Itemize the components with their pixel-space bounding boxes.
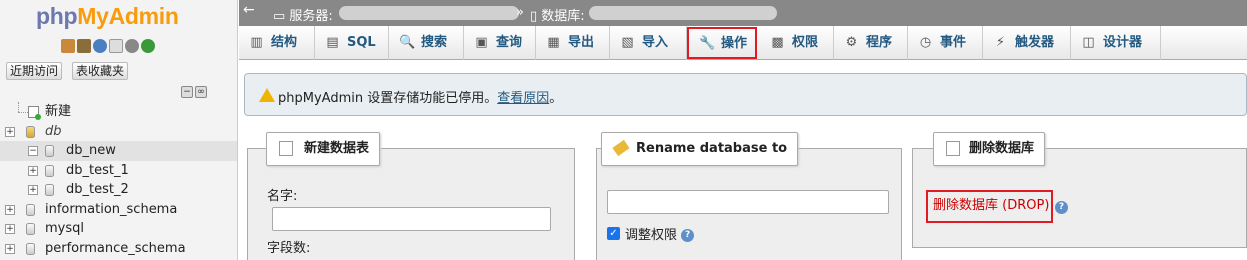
query-icon: ▣ (475, 35, 488, 50)
database-group-icon (26, 125, 35, 138)
database-crumb[interactable]: ▯ 数据库: (530, 5, 585, 24)
search-icon: 🔍 (399, 35, 416, 50)
server-icon: ▭ (273, 9, 290, 24)
server-crumb[interactable]: ▭ 服务器: (273, 5, 333, 24)
collapse-icon[interactable]: − (28, 146, 38, 156)
warning-icon (259, 88, 275, 102)
export-icon: ▦ (547, 35, 560, 50)
events-icon: ◷ (919, 35, 932, 50)
database-tree: 新建 + db − db_new + db_test_1 + db_test_2… (0, 102, 237, 258)
database-icon[interactable] (77, 39, 91, 53)
create-table-legend: 新建数据表 (266, 132, 381, 166)
collapse-all-icon[interactable]: − (181, 86, 193, 98)
expand-icon[interactable]: + (5, 243, 15, 254)
tab-structure[interactable]: ▥ 结构 (239, 26, 315, 60)
tree-item-information_schema[interactable]: + information_schema (0, 200, 237, 220)
tab-designer[interactable]: ◫ 设计器 (1071, 26, 1161, 60)
redacted-database-name (589, 6, 777, 20)
designer-icon: ◫ (1082, 35, 1095, 50)
pencil-icon (612, 139, 630, 157)
tab-export[interactable]: ▦ 导出 (536, 26, 610, 60)
expand-icon[interactable]: + (28, 185, 38, 195)
tab-search[interactable]: 🔍 搜索 (389, 26, 464, 60)
new-icon (28, 106, 41, 120)
drop-database-link[interactable]: 删除数据库 (DROP) (926, 190, 1053, 223)
database-icon: ▯ (530, 9, 542, 24)
create-table-panel: 新建数据表 名字: 字段数: (247, 132, 575, 260)
routines-icon: ⚙ (845, 35, 858, 50)
database-icon (26, 223, 35, 235)
database-tabs: ▥ 结构 ▤ SQL 🔍 搜索 ▣ 查询 ▦ 导出 ▧ 导入 🔧 操作 ▩ 权限 ⚙ 程序 ◷ 事件… (239, 26, 1247, 60)
database-icon (45, 145, 54, 157)
tree-item-db[interactable]: + db (0, 122, 237, 142)
phpmyadmin-logo[interactable]: phpMyAdmin (36, 3, 179, 30)
drop-database-legend: 删除数据库 (933, 132, 1046, 166)
breadcrumb: ← ▭ 服务器: » ▯ 数据库: (239, 0, 1247, 26)
tree-item-performance_schema[interactable]: + performance_schema (0, 239, 237, 259)
tab-sql[interactable]: ▤ SQL (315, 26, 389, 60)
rename-database-legend: Rename database to (601, 132, 799, 166)
adjust-privileges-checkbox[interactable]: ✓ (607, 227, 620, 240)
triggers-icon: ⚡ (995, 35, 1006, 50)
drop-database-icon (946, 141, 960, 156)
database-icon (26, 242, 35, 255)
tree-item-db_test_1[interactable]: + db_test_1 (0, 161, 237, 181)
wrench-icon: 🔧 (699, 36, 716, 51)
tab-query[interactable]: ▣ 查询 (464, 26, 536, 60)
database-icon (26, 203, 35, 216)
quick-links (61, 39, 155, 53)
structure-icon: ▥ (250, 35, 263, 50)
rename-database-panel: Rename database to ✓ 调整权限 ? (596, 132, 902, 260)
database-icon (45, 184, 54, 196)
help-icon[interactable] (93, 39, 107, 53)
sql-icon: ▤ (326, 35, 339, 50)
help-icon[interactable]: ? (681, 229, 695, 242)
settings-icon[interactable] (125, 39, 139, 53)
tab-operations[interactable]: 🔧 操作 (687, 27, 757, 59)
import-icon: ▧ (621, 35, 634, 50)
tab-events[interactable]: ◷ 事件 (908, 26, 983, 60)
tree-item-new[interactable]: 新建 (0, 102, 237, 122)
storage-disabled-notice: phpMyAdmin 设置存储功能已停用。查看原因。 (244, 73, 1247, 116)
drop-help-icon[interactable]: ? (1055, 201, 1068, 214)
table-name-input[interactable] (272, 207, 551, 231)
expand-icon[interactable]: + (5, 224, 15, 234)
tab-import[interactable]: ▧ 导入 (610, 26, 687, 60)
new-table-icon (279, 141, 293, 156)
navigation-sidebar: phpMyAdmin 近期访问 表收藏夹 − ∞ 新建 + db − db_ne… (0, 0, 238, 260)
favorites-tab[interactable]: 表收藏夹 (72, 62, 129, 80)
tab-triggers[interactable]: ⚡ 触发器 (983, 26, 1071, 60)
new-database-name-input[interactable] (607, 190, 889, 214)
expand-icon[interactable]: + (5, 204, 15, 215)
tab-routines[interactable]: ⚙ 程序 (834, 26, 908, 60)
tree-item-mysql[interactable]: + mysql (0, 219, 237, 239)
expand-icon[interactable]: + (28, 165, 38, 176)
back-arrow-icon[interactable]: ← (243, 2, 255, 18)
database-icon (45, 164, 54, 177)
tree-item-db_new[interactable]: − db_new (0, 141, 237, 161)
docs-icon[interactable] (109, 39, 123, 53)
redacted-server-name (339, 6, 519, 20)
reload-icon[interactable] (141, 39, 155, 53)
tree-item-db_test_2[interactable]: + db_test_2 (0, 180, 237, 200)
privileges-icon: ▩ (771, 35, 784, 50)
recent-tab[interactable]: 近期访问 (6, 62, 63, 80)
expand-icon[interactable]: + (5, 126, 15, 137)
tab-privileges[interactable]: ▩ 权限 (760, 26, 834, 60)
link-icon[interactable]: ∞ (195, 86, 207, 98)
home-icon[interactable] (61, 39, 75, 53)
find-out-why-link[interactable]: 查看原因 (497, 91, 549, 106)
